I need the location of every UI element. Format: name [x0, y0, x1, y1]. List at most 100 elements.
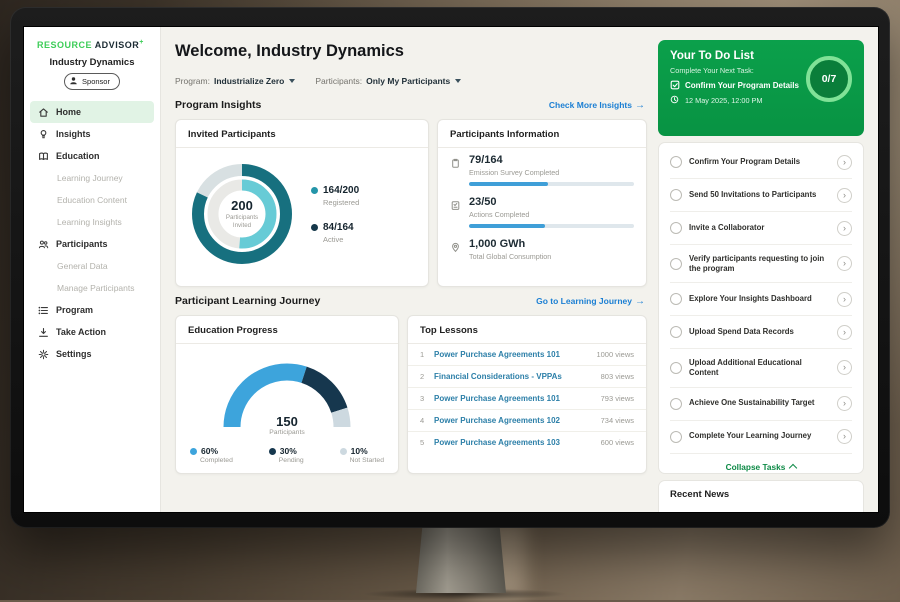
legend-item: 84/164 Active [311, 222, 359, 244]
sidebar-item-learning-insights[interactable]: Learning Insights [24, 211, 160, 233]
filters-row: Program: Industrialize Zero Participants… [175, 76, 461, 86]
task-label: Verify participants requesting to join t… [689, 254, 830, 274]
collapse-label: Collapse Tasks [726, 462, 786, 472]
program-filter-label: Program: [175, 76, 210, 86]
lesson-row[interactable]: 4 Power Purchase Agreements 102 734 view… [408, 410, 646, 432]
sidebar-item-education[interactable]: Education [24, 145, 160, 167]
chevron-right-icon[interactable] [837, 396, 852, 411]
list-icon [38, 305, 49, 316]
task-label: Invite a Collaborator [689, 223, 830, 233]
lesson-views: 600 views [601, 438, 634, 447]
program-insights-header: Program Insights Check More Insights [175, 99, 645, 111]
task-item[interactable]: Explore Your Insights Dashboard [670, 283, 852, 316]
card-title: Education Progress [176, 316, 398, 344]
lesson-link[interactable]: Power Purchase Agreements 103 [434, 438, 593, 447]
task-checkbox[interactable] [670, 156, 682, 168]
education-progress-card: Education Progress 150 Participants 60% … [175, 315, 399, 474]
sidebar-item-insights[interactable]: Insights [24, 123, 160, 145]
program-filter-dropdown[interactable]: Program: Industrialize Zero [175, 76, 295, 86]
lesson-link[interactable]: Power Purchase Agreements 101 [434, 350, 588, 359]
legend-item: 30% Pending [269, 446, 304, 464]
completed-dot [190, 448, 197, 455]
todo-next-task-label: Confirm Your Program Details [685, 81, 799, 90]
chevron-right-icon[interactable] [837, 188, 852, 203]
sidebar-item-take-action[interactable]: Take Action [24, 321, 160, 343]
lesson-rank: 3 [420, 394, 426, 403]
task-label: Upload Spend Data Records [689, 327, 830, 337]
sponsor-badge[interactable]: Sponsor [64, 73, 120, 90]
invited-legend: 164/200 Registered 84/164 Active [311, 185, 359, 244]
task-checkbox[interactable] [670, 362, 682, 374]
check-more-insights-link[interactable]: Check More Insights [549, 100, 645, 111]
stat-label: Total Global Consumption [469, 252, 551, 261]
collapse-tasks-button[interactable]: Collapse Tasks [670, 454, 852, 475]
lesson-rank: 5 [420, 438, 426, 447]
chevron-right-icon[interactable] [837, 292, 852, 307]
chevron-right-icon[interactable] [837, 429, 852, 444]
task-checkbox[interactable] [670, 431, 682, 443]
task-item[interactable]: Confirm Your Program Details [670, 146, 852, 179]
lesson-link[interactable]: Power Purchase Agreements 101 [434, 394, 593, 403]
sidebar-item-settings[interactable]: Settings [24, 343, 160, 365]
task-checkbox[interactable] [670, 222, 682, 234]
dashboard-screen: RESOURCE ADVISOR+ Industry Dynamics Spon… [23, 26, 879, 513]
progress-fill [469, 182, 548, 186]
sidebar-item-general-data[interactable]: General Data [24, 255, 160, 277]
lesson-rank: 4 [420, 416, 426, 425]
book-icon [38, 151, 49, 162]
logo-advisor: ADVISOR [95, 40, 140, 50]
lesson-row[interactable]: 2 Financial Considerations - VPPAs 803 v… [408, 366, 646, 388]
task-checkbox[interactable] [670, 398, 682, 410]
chevron-right-icon[interactable] [837, 155, 852, 170]
emission-progress-bar [469, 182, 634, 186]
chevron-right-icon[interactable] [837, 360, 852, 375]
lesson-link[interactable]: Power Purchase Agreements 102 [434, 416, 593, 425]
sidebar-item-label: Home [56, 107, 81, 117]
monitor-bezel: RESOURCE ADVISOR+ Industry Dynamics Spon… [10, 7, 890, 528]
task-checkbox[interactable] [670, 293, 682, 305]
chevron-right-icon[interactable] [837, 221, 852, 236]
lesson-row[interactable]: 1 Power Purchase Agreements 101 1000 vie… [408, 344, 646, 366]
participants-filter-dropdown[interactable]: Participants: Only My Participants [315, 76, 461, 86]
sidebar-item-program[interactable]: Program [24, 299, 160, 321]
task-item[interactable]: Verify participants requesting to join t… [670, 245, 852, 283]
go-to-learning-journey-link[interactable]: Go to Learning Journey [536, 296, 645, 307]
logo-plus: + [139, 39, 144, 46]
pending-label: Pending [279, 457, 304, 464]
task-label: Explore Your Insights Dashboard [689, 294, 830, 304]
task-checkbox[interactable] [670, 258, 682, 270]
page-title: Welcome, Industry Dynamics [175, 42, 404, 61]
chevron-right-icon[interactable] [837, 256, 852, 271]
todo-summary-card: Your To Do List Complete Your Next Task:… [658, 40, 864, 136]
sidebar-nav: Home Insights Education Learning Journey… [24, 101, 160, 365]
task-item[interactable]: Upload Additional Educational Content [670, 349, 852, 387]
active-dot [311, 224, 318, 231]
task-item[interactable]: Invite a Collaborator [670, 212, 852, 245]
task-item[interactable]: Send 50 Invitations to Participants [670, 179, 852, 212]
sidebar-item-participants[interactable]: Participants [24, 233, 160, 255]
chevron-right-icon[interactable] [837, 325, 852, 340]
task-item[interactable]: Complete Your Learning Journey [670, 421, 852, 454]
lesson-link[interactable]: Financial Considerations - VPPAs [434, 372, 593, 381]
task-checkbox[interactable] [670, 189, 682, 201]
lesson-rank: 1 [420, 350, 426, 359]
sponsor-badge-label: Sponsor [82, 77, 110, 86]
task-checkbox[interactable] [670, 326, 682, 338]
logo-resource: RESOURCE [37, 40, 92, 50]
not-started-value: 10% [351, 446, 368, 456]
sidebar-item-learning-journey[interactable]: Learning Journey [24, 167, 160, 189]
sidebar-item-education-content[interactable]: Education Content [24, 189, 160, 211]
sidebar-item-label: Education Content [57, 195, 127, 205]
card-title: Invited Participants [176, 120, 428, 148]
progress-fill [469, 224, 545, 228]
task-item[interactable]: Achieve One Sustainability Target [670, 388, 852, 421]
task-item[interactable]: Upload Spend Data Records [670, 316, 852, 349]
sidebar-item-home[interactable]: Home [30, 101, 154, 123]
legend-item: 10% Not Started [340, 446, 384, 464]
lesson-views: 734 views [601, 416, 634, 425]
sidebar-item-manage-participants[interactable]: Manage Participants [24, 277, 160, 299]
active-value: 84/164 [323, 222, 354, 233]
people-icon [38, 239, 49, 250]
lesson-row[interactable]: 3 Power Purchase Agreements 101 793 view… [408, 388, 646, 410]
lesson-row[interactable]: 5 Power Purchase Agreements 103 600 view… [408, 432, 646, 453]
